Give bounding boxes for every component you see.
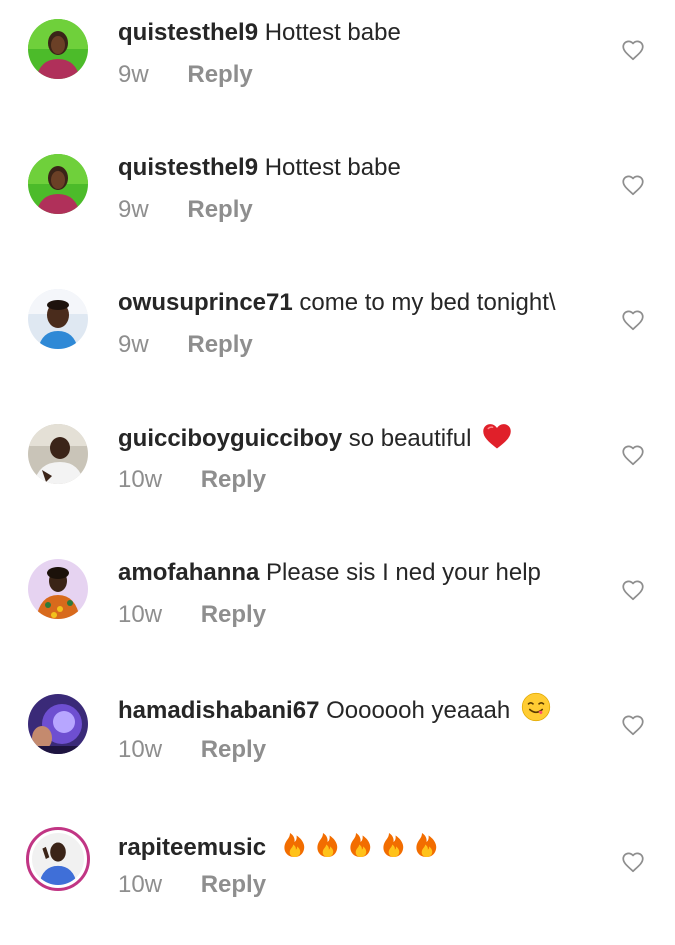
comment-username[interactable]: rapiteemusic bbox=[118, 834, 266, 861]
heart-icon[interactable] bbox=[620, 577, 646, 603]
comment-text: Please sis I ned your help bbox=[266, 559, 541, 586]
comment-text: Ooooooh yeaaah bbox=[326, 697, 511, 724]
reply-button[interactable]: Reply bbox=[187, 60, 252, 90]
comment-username[interactable]: owusuprince71 bbox=[118, 289, 293, 316]
comment-username[interactable]: guicciboyguicciboy bbox=[118, 425, 342, 452]
comment-timestamp: 10w bbox=[118, 871, 163, 898]
comment-timestamp: 10w bbox=[118, 466, 163, 493]
heart-icon[interactable] bbox=[620, 442, 646, 468]
avatar[interactable] bbox=[28, 559, 88, 619]
comment-item: rapiteemusic 10w Reply bbox=[0, 810, 675, 945]
comment-meta: 10w Reply bbox=[118, 465, 266, 495]
comment-item: guicciboyguicciboy so beautiful 10w Repl… bbox=[0, 405, 675, 540]
reply-button[interactable]: Reply bbox=[201, 600, 266, 630]
comment-text: so beautiful bbox=[348, 425, 472, 452]
comment-item: quistesthel9 Hottest babe 9w Reply bbox=[0, 135, 675, 270]
comment-body: guicciboyguicciboy so beautiful bbox=[118, 422, 512, 455]
avatar[interactable] bbox=[26, 827, 90, 891]
reply-button[interactable]: Reply bbox=[187, 330, 252, 360]
comment-body: rapiteemusic bbox=[118, 827, 445, 864]
avatar[interactable] bbox=[28, 154, 88, 214]
comment-body: quistesthel9 Hottest babe bbox=[118, 152, 401, 184]
comment-meta: 9w Reply bbox=[118, 60, 253, 90]
comment-timestamp: 9w bbox=[118, 61, 149, 88]
comment-timestamp: 10w bbox=[118, 601, 163, 628]
avatar[interactable] bbox=[28, 19, 88, 79]
fire-emoji-row bbox=[281, 827, 445, 859]
comment-body: quistesthel9 Hottest babe bbox=[118, 17, 401, 49]
comment-username[interactable]: amofahanna bbox=[118, 559, 259, 586]
heart-icon[interactable] bbox=[620, 37, 646, 63]
reply-button[interactable]: Reply bbox=[201, 870, 266, 900]
comment-body: owusuprince71 come to my bed tonight\ bbox=[118, 287, 556, 319]
comment-text: come to my bed tonight\ bbox=[299, 289, 556, 316]
comment-meta: 10w Reply bbox=[118, 870, 266, 900]
reply-button[interactable]: Reply bbox=[201, 735, 266, 765]
avatar[interactable] bbox=[28, 694, 88, 754]
savoring-face-emoji bbox=[521, 692, 551, 722]
comment-item: quistesthel9 Hottest babe 9w Reply bbox=[0, 0, 675, 135]
heart-icon[interactable] bbox=[620, 172, 646, 198]
comment-timestamp: 9w bbox=[118, 196, 149, 223]
comment-meta: 9w Reply bbox=[118, 195, 253, 225]
avatar[interactable] bbox=[28, 289, 88, 349]
heart-icon[interactable] bbox=[620, 849, 646, 875]
comment-text: Hottest babe bbox=[264, 154, 401, 181]
comment-item: amofahanna Please sis I ned your help 10… bbox=[0, 540, 675, 675]
comment-meta: 10w Reply bbox=[118, 600, 266, 630]
comment-text: Hottest babe bbox=[264, 19, 401, 46]
reply-button[interactable]: Reply bbox=[187, 195, 252, 225]
comment-meta: 9w Reply bbox=[118, 330, 253, 360]
comment-username[interactable]: quistesthel9 bbox=[118, 154, 258, 181]
comment-timestamp: 10w bbox=[118, 736, 163, 763]
heart-icon[interactable] bbox=[620, 307, 646, 333]
comment-item: owusuprince71 come to my bed tonight\ 9w… bbox=[0, 270, 675, 405]
comment-item: hamadishabani67 Ooooooh yeaaah 10w Reply bbox=[0, 675, 675, 810]
reply-button[interactable]: Reply bbox=[201, 465, 266, 495]
red-heart-emoji bbox=[482, 422, 512, 450]
comment-body: hamadishabani67 Ooooooh yeaaah bbox=[118, 692, 551, 727]
comment-body: amofahanna Please sis I ned your help bbox=[118, 557, 541, 589]
comment-meta: 10w Reply bbox=[118, 735, 266, 765]
comment-username[interactable]: hamadishabani67 bbox=[118, 697, 319, 724]
comment-timestamp: 9w bbox=[118, 331, 149, 358]
comment-username[interactable]: quistesthel9 bbox=[118, 19, 258, 46]
heart-icon[interactable] bbox=[620, 712, 646, 738]
avatar[interactable] bbox=[28, 424, 88, 484]
